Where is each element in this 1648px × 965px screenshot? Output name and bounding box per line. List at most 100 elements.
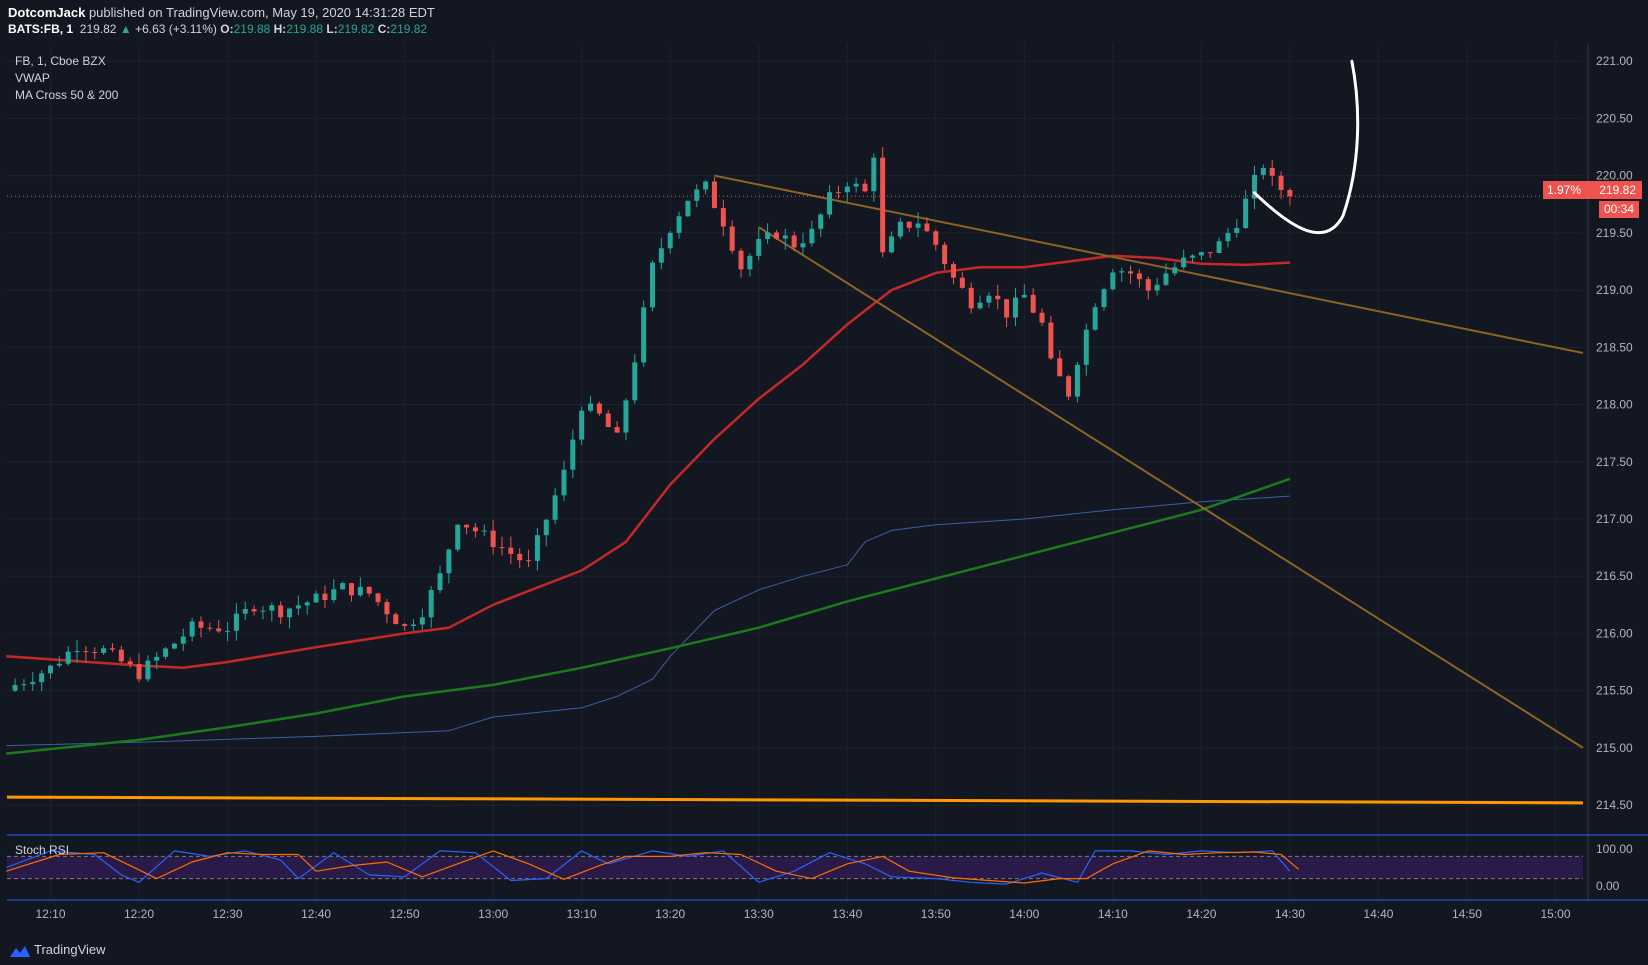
candle — [676, 216, 682, 233]
time-tick-label: 14:50 — [1452, 907, 1482, 921]
candle — [800, 243, 806, 248]
candle — [136, 664, 142, 680]
candle — [1128, 271, 1134, 274]
last-price-percent: 1.97% — [1547, 183, 1582, 197]
candle — [1030, 294, 1036, 313]
candle — [145, 660, 151, 680]
candle — [694, 189, 700, 201]
candle — [729, 226, 735, 251]
time-axis[interactable]: 12:10 12:20 12:30 12:40 12:50 13:00 13:10 13:20… — [7, 899, 1648, 921]
candle — [703, 181, 709, 190]
price-tick-label: 217.50 — [1596, 455, 1633, 469]
candle — [650, 262, 655, 308]
candle — [1039, 312, 1045, 323]
candle — [198, 621, 204, 628]
candle — [1181, 257, 1187, 268]
candle — [1004, 299, 1010, 318]
price-tick-label: 215.00 — [1596, 741, 1633, 755]
candle — [1198, 252, 1204, 256]
candle — [278, 605, 284, 618]
rsi-tick-label: 100.00 — [1596, 842, 1633, 856]
candle — [756, 238, 762, 256]
candle — [880, 157, 886, 253]
time-tick-label: 13:10 — [567, 907, 597, 921]
candle — [446, 549, 452, 574]
candle — [570, 439, 576, 470]
last-price-value: 219.82 — [1599, 183, 1636, 197]
candle — [596, 403, 602, 414]
time-tick-label: 13:50 — [921, 907, 951, 921]
candle — [1110, 272, 1116, 290]
candle — [1287, 189, 1293, 197]
candle — [605, 413, 611, 428]
candle — [853, 183, 859, 187]
legend-vwap: VWAP — [15, 71, 50, 85]
candle — [410, 624, 416, 627]
candle — [118, 649, 124, 662]
price-tick-label: 219.00 — [1596, 283, 1633, 297]
candle — [74, 651, 80, 653]
candle — [827, 192, 833, 215]
candle — [1092, 307, 1098, 330]
candle — [127, 661, 133, 665]
candle — [543, 519, 549, 536]
candle — [92, 651, 98, 653]
candle — [977, 302, 983, 309]
candle — [968, 287, 974, 309]
candle — [614, 427, 620, 433]
time-tick-label: 13:20 — [655, 907, 685, 921]
candle — [1278, 175, 1284, 190]
candle — [1021, 294, 1027, 298]
candle — [1074, 364, 1080, 397]
candle — [384, 602, 390, 615]
time-tick-label: 13:00 — [478, 907, 508, 921]
candle — [499, 547, 505, 549]
stoch-rsi-pane: 100.00 0.00 — [5, 834, 1648, 893]
candle — [464, 524, 470, 528]
footer: TradingView — [0, 935, 1648, 965]
candle — [472, 527, 478, 532]
candle — [561, 469, 567, 496]
candle — [340, 583, 346, 590]
candle — [109, 648, 115, 650]
price-tick-label: 216.00 — [1596, 626, 1633, 640]
candle — [12, 685, 18, 691]
candle — [959, 277, 965, 288]
candle — [1172, 267, 1178, 274]
candle — [685, 200, 691, 217]
candle — [48, 665, 53, 674]
candle — [818, 214, 824, 229]
candle — [287, 608, 293, 618]
time-tick-label: 12:30 — [213, 907, 243, 921]
stoch-rsi-title: Stoch RSI — [15, 843, 70, 857]
candle — [995, 295, 1001, 300]
bar-countdown: 00:34 — [1599, 201, 1639, 218]
candle — [313, 593, 319, 603]
price-tick-label: 219.50 — [1596, 226, 1633, 240]
candle — [986, 295, 992, 303]
tradingview-logo-icon — [10, 946, 30, 957]
candle — [1083, 329, 1089, 365]
candle — [225, 630, 231, 632]
price-tick-label: 217.00 — [1596, 512, 1633, 526]
time-tick-label: 14:40 — [1363, 907, 1393, 921]
tradingview-brand[interactable]: TradingView — [34, 942, 106, 957]
price-tick-label: 215.50 — [1596, 684, 1633, 698]
candle — [906, 221, 912, 228]
candle — [455, 524, 461, 550]
price-tick-label: 218.00 — [1596, 398, 1633, 412]
candle — [579, 410, 585, 440]
candle — [1136, 273, 1142, 280]
candle — [632, 362, 638, 401]
candle — [915, 223, 921, 228]
chart-canvas[interactable]: 221.00220.50220.00219.50219.00218.50218.… — [0, 0, 1648, 935]
time-tick-label: 14:00 — [1009, 907, 1039, 921]
candle — [508, 547, 514, 554]
candle — [65, 651, 71, 664]
grid — [7, 44, 1583, 900]
price-axis[interactable]: 221.00220.50220.00219.50219.00218.50218.… — [1587, 44, 1648, 900]
candle — [1145, 279, 1151, 291]
candle — [791, 235, 797, 248]
time-tick-label: 12:50 — [390, 907, 420, 921]
candle — [1225, 232, 1231, 242]
